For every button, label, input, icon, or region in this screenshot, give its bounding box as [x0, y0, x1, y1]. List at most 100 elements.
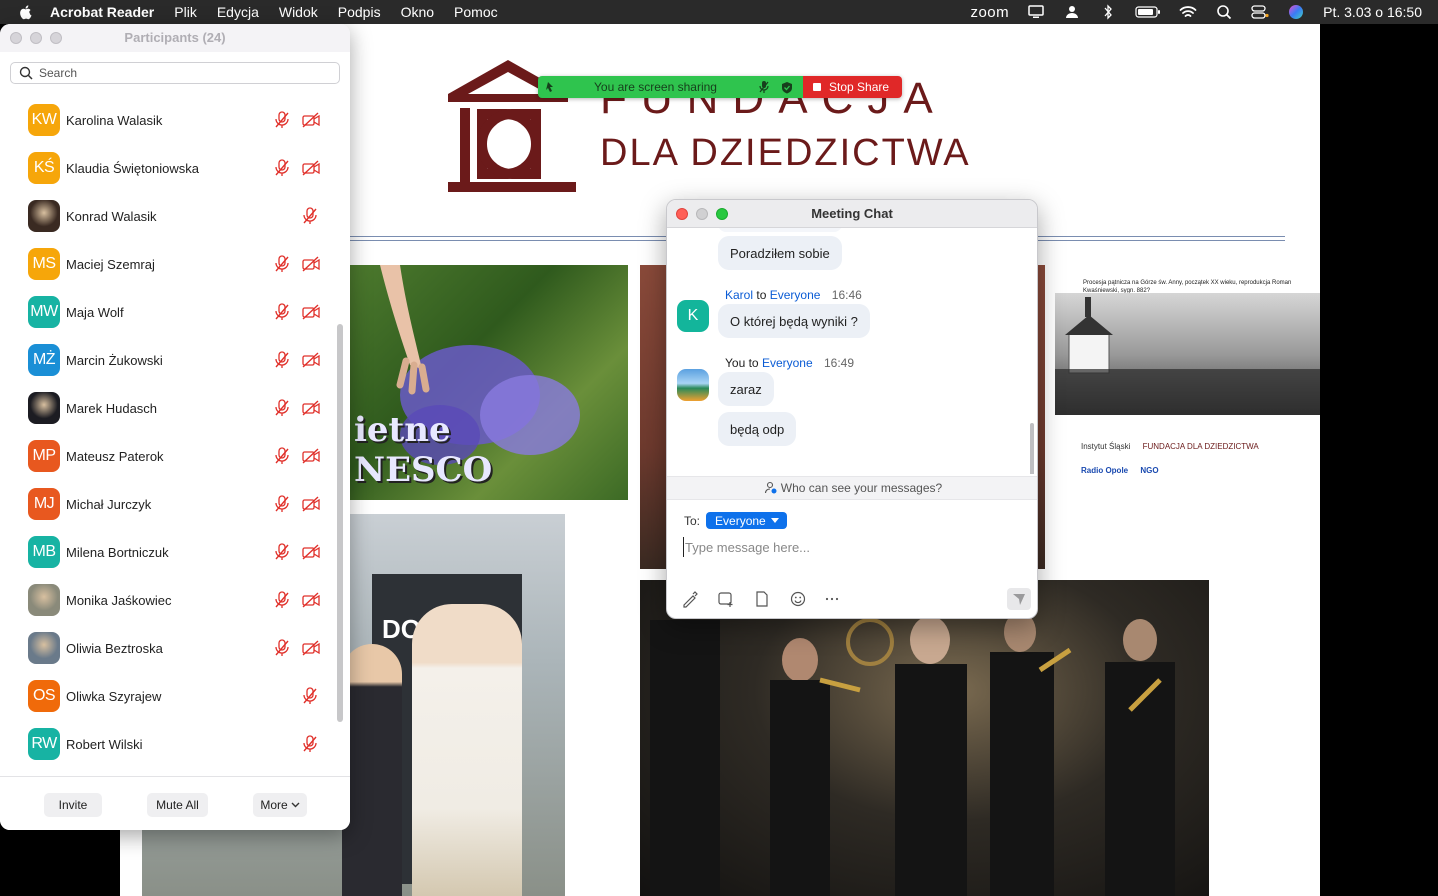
file-icon[interactable] [753, 590, 771, 608]
avatar[interactable]: MJ [28, 488, 60, 520]
menu-plik[interactable]: Plik [174, 4, 197, 20]
zoom-window-button[interactable] [50, 32, 62, 44]
menu-okno[interactable]: Okno [401, 4, 434, 20]
mic-muted-icon[interactable] [302, 687, 318, 705]
participant-row[interactable]: Marek Hudasch [0, 384, 335, 432]
apple-icon[interactable] [18, 4, 34, 20]
format-text-icon[interactable] [681, 590, 699, 608]
participant-row[interactable]: MŻ Marcin Żukowski [0, 336, 335, 384]
participant-row[interactable]: RW Robert Wilski [0, 720, 335, 768]
avatar[interactable] [28, 200, 60, 232]
avatar[interactable]: MS [28, 248, 60, 280]
avatar[interactable]: RW [28, 728, 60, 760]
chat-message[interactable]: zaraz [718, 372, 774, 406]
participants-search-input[interactable]: Search [10, 62, 340, 84]
chat-close-button[interactable] [676, 208, 688, 220]
video-off-icon[interactable] [302, 304, 320, 320]
participant-row[interactable]: Konrad Walasik [0, 192, 335, 240]
invite-button[interactable]: Invite [44, 793, 102, 817]
avatar[interactable]: MB [28, 536, 60, 568]
mic-muted-icon[interactable] [274, 303, 290, 321]
mic-muted-icon[interactable] [274, 351, 290, 369]
avatar[interactable]: OS [28, 680, 60, 712]
video-off-icon[interactable] [302, 496, 320, 512]
battery-icon[interactable] [1135, 4, 1161, 20]
mic-muted-icon[interactable] [274, 591, 290, 609]
chat-minimize-button[interactable] [696, 208, 708, 220]
chat-message[interactable]: będą odp [718, 412, 797, 446]
menu-pomoc[interactable]: Pomoc [454, 4, 498, 20]
mute-all-button[interactable]: Mute All [147, 793, 208, 817]
avatar[interactable]: KŚ [28, 152, 60, 184]
participant-row[interactable]: KW Karolina Walasik [0, 96, 335, 144]
siri-icon[interactable] [1287, 4, 1305, 20]
avatar[interactable] [28, 584, 60, 616]
mic-muted-icon[interactable] [759, 80, 769, 94]
mic-muted-icon[interactable] [274, 639, 290, 657]
mic-muted-icon[interactable] [274, 255, 290, 273]
video-off-icon[interactable] [302, 640, 320, 656]
video-off-icon[interactable] [302, 400, 320, 416]
spotlight-search-icon[interactable] [1215, 4, 1233, 20]
chat-message[interactable]: O której będą wyniki ? [718, 304, 870, 338]
recipient-dropdown[interactable]: Everyone [706, 512, 787, 529]
send-button[interactable] [1007, 588, 1031, 610]
stop-share-button[interactable]: Stop Share [803, 76, 902, 98]
video-off-icon[interactable] [302, 160, 320, 176]
bluetooth-icon[interactable] [1099, 4, 1117, 20]
mic-muted-icon[interactable] [302, 207, 318, 225]
avatar[interactable] [28, 392, 60, 424]
shield-icon[interactable] [781, 81, 793, 94]
participant-row[interactable]: KŚ Klaudia Świętoniowska [0, 144, 335, 192]
participant-row[interactable]: MW Maja Wolf [0, 288, 335, 336]
chat-recipient[interactable]: Everyone [770, 288, 821, 302]
control-center-icon[interactable] [1251, 4, 1269, 20]
avatar[interactable]: MW [28, 296, 60, 328]
participant-row[interactable]: MS Maciej Szemraj [0, 240, 335, 288]
menu-clock[interactable]: Pt. 3.03 o 16:50 [1323, 4, 1422, 20]
participant-row[interactable]: Monika Jaśkowiec [0, 576, 335, 624]
mic-muted-icon[interactable] [274, 111, 290, 129]
video-off-icon[interactable] [302, 256, 320, 272]
participant-row[interactable]: OS Oliwka Szyrajew [0, 672, 335, 720]
chat-sender[interactable]: Karol [725, 288, 753, 302]
participant-row[interactable]: MJ Michał Jurczyk [0, 480, 335, 528]
chat-message[interactable]: Poradziłem sobie [718, 236, 842, 270]
drag-handle-icon[interactable] [544, 80, 558, 94]
chat-scrollbar[interactable] [1030, 423, 1034, 474]
mic-muted-icon[interactable] [274, 447, 290, 465]
screenshot-icon[interactable] [717, 590, 735, 608]
chat-message-input[interactable] [683, 537, 1013, 557]
video-off-icon[interactable] [302, 544, 320, 560]
emoji-icon[interactable] [789, 590, 807, 608]
video-off-icon[interactable] [302, 112, 320, 128]
video-off-icon[interactable] [302, 448, 320, 464]
avatar[interactable]: MP [28, 440, 60, 472]
sharing-status[interactable]: You are screen sharing [538, 76, 803, 98]
minimize-window-button[interactable] [30, 32, 42, 44]
participant-row[interactable]: MB Milena Bortniczuk [0, 528, 335, 576]
avatar[interactable] [677, 369, 709, 401]
avatar[interactable]: K [677, 300, 709, 332]
avatar[interactable]: MŻ [28, 344, 60, 376]
avatar[interactable] [28, 632, 60, 664]
display-icon[interactable] [1027, 4, 1045, 20]
chat-zoom-button[interactable] [716, 208, 728, 220]
mic-muted-icon[interactable] [302, 735, 318, 753]
chat-recipient[interactable]: Everyone [762, 356, 813, 370]
close-window-button[interactable] [10, 32, 22, 44]
participants-scrollbar[interactable] [337, 324, 343, 722]
wifi-icon[interactable] [1179, 4, 1197, 20]
user-icon[interactable] [1063, 4, 1081, 20]
menu-podpis[interactable]: Podpis [338, 4, 381, 20]
zoom-status-item[interactable]: zoom [970, 4, 1009, 21]
video-off-icon[interactable] [302, 592, 320, 608]
avatar[interactable]: KW [28, 104, 60, 136]
menu-edycja[interactable]: Edycja [217, 4, 259, 20]
participant-row[interactable]: Oliwia Beztroska [0, 624, 335, 672]
participant-row[interactable]: MP Mateusz Paterok [0, 432, 335, 480]
mic-muted-icon[interactable] [274, 495, 290, 513]
more-button[interactable]: More [253, 793, 307, 817]
mic-muted-icon[interactable] [274, 399, 290, 417]
menu-app-name[interactable]: Acrobat Reader [50, 4, 154, 20]
